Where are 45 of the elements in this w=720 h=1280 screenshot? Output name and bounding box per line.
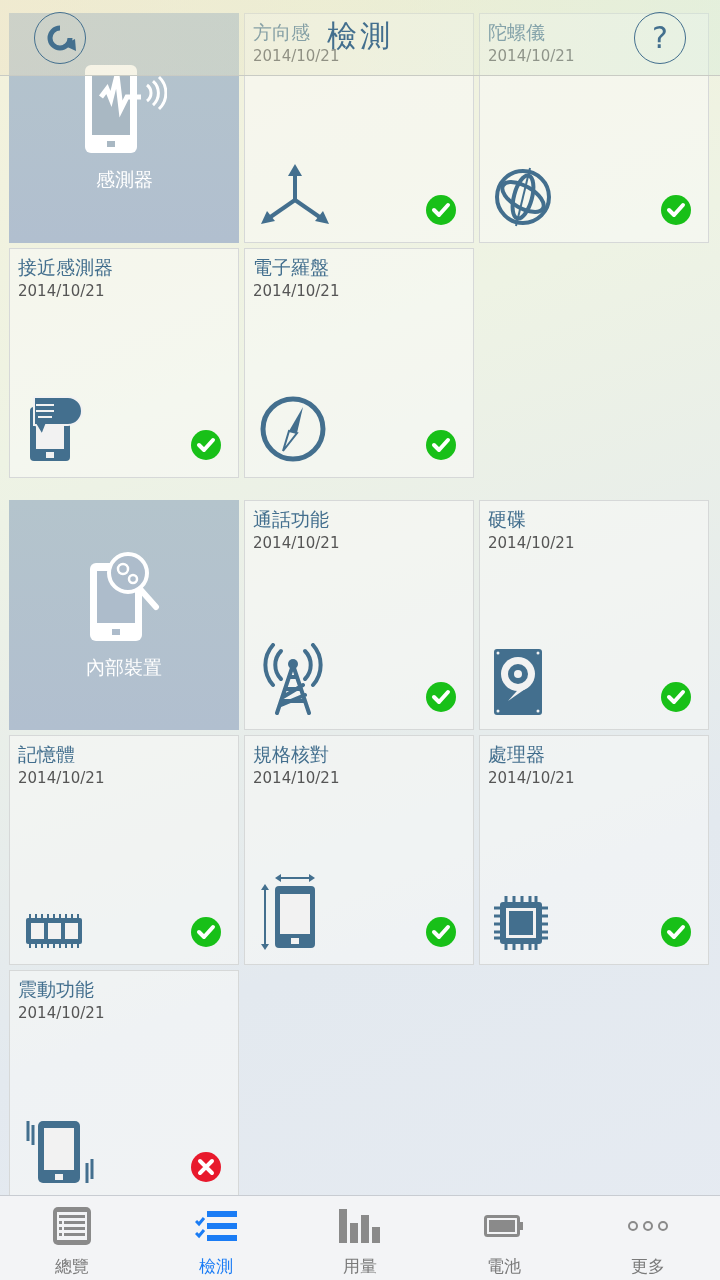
- test-date: 2014/10/21: [488, 46, 575, 66]
- test-date: 2014/10/21: [488, 768, 575, 788]
- cpu-icon: [494, 896, 548, 950]
- test-date: 2014/10/21: [488, 533, 575, 553]
- test-tile[interactable]: 震動功能 2014/10/21: [9, 970, 239, 1195]
- memory-chip-icon: [24, 914, 84, 950]
- phone-magnifier-icon: [88, 549, 160, 643]
- checklist-icon: [195, 1211, 237, 1241]
- test-name: 震動功能: [18, 977, 94, 1001]
- test-name: 方向感: [253, 20, 310, 44]
- gyroscope-icon: [494, 166, 554, 228]
- bar-chart-icon: [339, 1209, 381, 1243]
- test-tile[interactable]: 處理器 2014/10/21: [479, 735, 709, 965]
- vibrating-phone-icon: [24, 1119, 96, 1185]
- test-tile[interactable]: 通話功能 2014/10/21: [244, 500, 474, 730]
- test-tile[interactable]: 接近感測器 2014/10/21: [9, 248, 239, 478]
- test-name: 處理器: [488, 742, 545, 766]
- tab[interactable]: 更多: [576, 1196, 720, 1280]
- compass-icon: [259, 395, 327, 463]
- test-name: 電子羅盤: [253, 255, 329, 279]
- list-icon: [52, 1206, 92, 1246]
- test-date: 2014/10/21: [253, 281, 340, 301]
- test-name: 通話功能: [253, 507, 329, 531]
- test-date: 2014/10/21: [253, 533, 340, 553]
- test-name: 硬碟: [488, 507, 526, 531]
- test-tile[interactable]: 記憶體 2014/10/21: [9, 735, 239, 965]
- test-name: 記憶體: [18, 742, 75, 766]
- test-date: 2014/10/21: [253, 768, 340, 788]
- test-tile[interactable]: 規格核對 2014/10/21: [244, 735, 474, 965]
- tab[interactable]: 檢測: [144, 1196, 288, 1280]
- test-date: 2014/10/21: [18, 768, 105, 788]
- test-name: 規格核對: [253, 742, 329, 766]
- test-tile[interactable]: 硬碟 2014/10/21: [479, 500, 709, 730]
- category-label: 內部裝置: [86, 655, 162, 680]
- tab[interactable]: 總覽: [0, 1196, 144, 1280]
- test-name: 陀螺儀: [488, 20, 545, 44]
- tab[interactable]: 電池: [432, 1196, 576, 1280]
- category-label: 感測器: [95, 167, 153, 192]
- test-tile[interactable]: 電子羅盤 2014/10/21: [244, 248, 474, 478]
- test-name: 接近感測器: [18, 255, 113, 279]
- test-date: 2014/10/21: [18, 1003, 105, 1023]
- more-icon: [628, 1220, 668, 1232]
- tab[interactable]: 用量: [288, 1196, 432, 1280]
- test-date: 2014/10/21: [18, 281, 105, 301]
- battery-icon: [484, 1215, 524, 1237]
